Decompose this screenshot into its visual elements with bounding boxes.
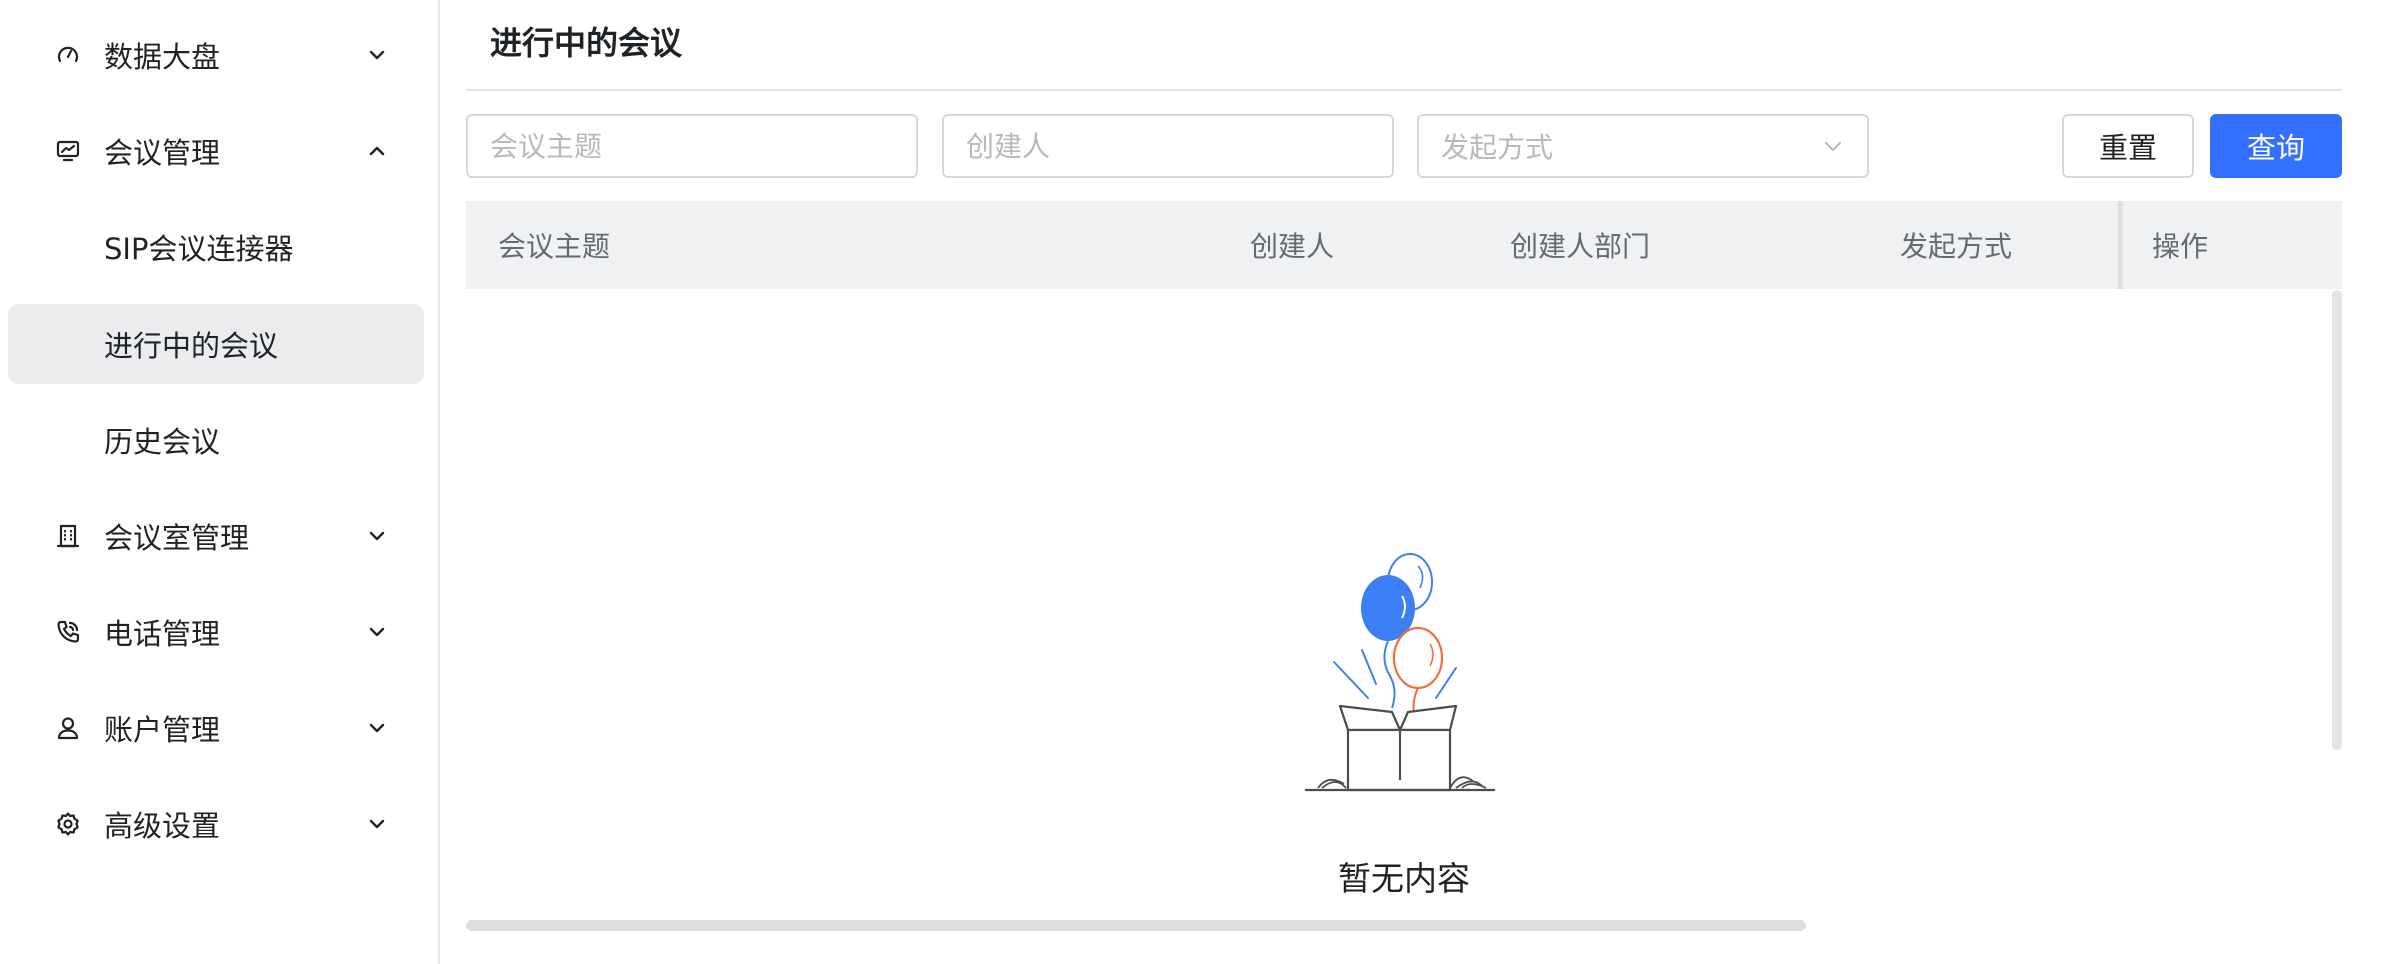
main-content: 进行中的会议 发起方式 重置 查询 会议主题 创建人 创建人部门 发起方式 操作 [442, 0, 2386, 964]
column-header-topic: 会议主题 [498, 230, 611, 263]
chevron-down-icon [364, 811, 390, 837]
sidebar-subitem-label: 进行中的会议 [104, 329, 279, 363]
gear-icon [54, 810, 82, 838]
method-select[interactable]: 发起方式 [1417, 114, 1869, 178]
chevron-down-icon [364, 523, 390, 549]
column-header-actions: 操作 [2152, 230, 2209, 263]
column-header-method: 发起方式 [1900, 230, 2013, 263]
sidebar-subitem-ongoing-meetings[interactable]: 进行中的会议 [8, 304, 424, 384]
reset-button[interactable]: 重置 [2062, 114, 2194, 178]
app-root: 数据大盘 会议管理 SIP会议连接器 进行中的会议 历史会议 会议室管理 电话管… [0, 0, 2386, 964]
creator-filter-field[interactable] [942, 114, 1394, 178]
sidebar-item-label: 数据大盘 [104, 40, 221, 74]
sidebar-item-account-management[interactable]: 账户管理 [8, 688, 424, 768]
chevron-down-icon [1821, 134, 1845, 158]
sidebar-subitem-label: SIP会议连接器 [104, 232, 294, 266]
monitor-chart-icon [54, 137, 82, 165]
chevron-up-icon [364, 138, 390, 164]
empty-box-balloons-icon [1304, 553, 1496, 792]
creator-search-input[interactable] [944, 116, 1392, 176]
user-icon [54, 714, 82, 742]
chevron-down-icon [364, 619, 390, 645]
topic-filter-field[interactable] [466, 114, 918, 178]
horizontal-scrollbar[interactable] [466, 920, 1806, 931]
topic-search-input[interactable] [468, 116, 916, 176]
vertical-scrollbar[interactable] [2332, 290, 2342, 750]
fixed-column-shadow [2120, 201, 2124, 289]
column-header-creator: 创建人 [1250, 230, 1335, 263]
sidebar-subitem-history-meetings[interactable]: 历史会议 [8, 400, 424, 480]
sidebar-subitem-sip-connector[interactable]: SIP会议连接器 [8, 207, 424, 287]
sidebar-item-room-management[interactable]: 会议室管理 [8, 496, 424, 576]
sidebar-item-dashboard[interactable]: 数据大盘 [8, 15, 424, 95]
chevron-down-icon [364, 715, 390, 741]
phone-icon [54, 618, 82, 646]
sidebar-item-meeting-management[interactable]: 会议管理 [8, 111, 424, 191]
building-icon [54, 522, 82, 550]
empty-state-text: 暂无内容 [1338, 859, 1470, 898]
table-header: 会议主题 创建人 创建人部门 发起方式 操作 [466, 201, 2342, 289]
sidebar-item-advanced-settings[interactable]: 高级设置 [8, 784, 424, 864]
gauge-icon [54, 41, 82, 69]
sidebar-item-phone-management[interactable]: 电话管理 [8, 592, 424, 672]
title-divider [466, 89, 2342, 91]
sidebar-item-label: 高级设置 [104, 809, 221, 843]
chevron-down-icon [364, 42, 390, 68]
method-select-placeholder: 发起方式 [1441, 131, 1554, 164]
sidebar: 数据大盘 会议管理 SIP会议连接器 进行中的会议 历史会议 会议室管理 电话管… [0, 0, 440, 964]
sidebar-item-label: 电话管理 [104, 617, 221, 651]
query-button[interactable]: 查询 [2210, 114, 2342, 178]
sidebar-subitem-label: 历史会议 [104, 425, 221, 459]
sidebar-item-label: 会议管理 [104, 136, 221, 170]
column-header-creator-department: 创建人部门 [1510, 230, 1651, 263]
page-title: 进行中的会议 [490, 24, 683, 62]
sidebar-item-label: 账户管理 [104, 713, 221, 747]
sidebar-item-label: 会议室管理 [104, 521, 250, 555]
